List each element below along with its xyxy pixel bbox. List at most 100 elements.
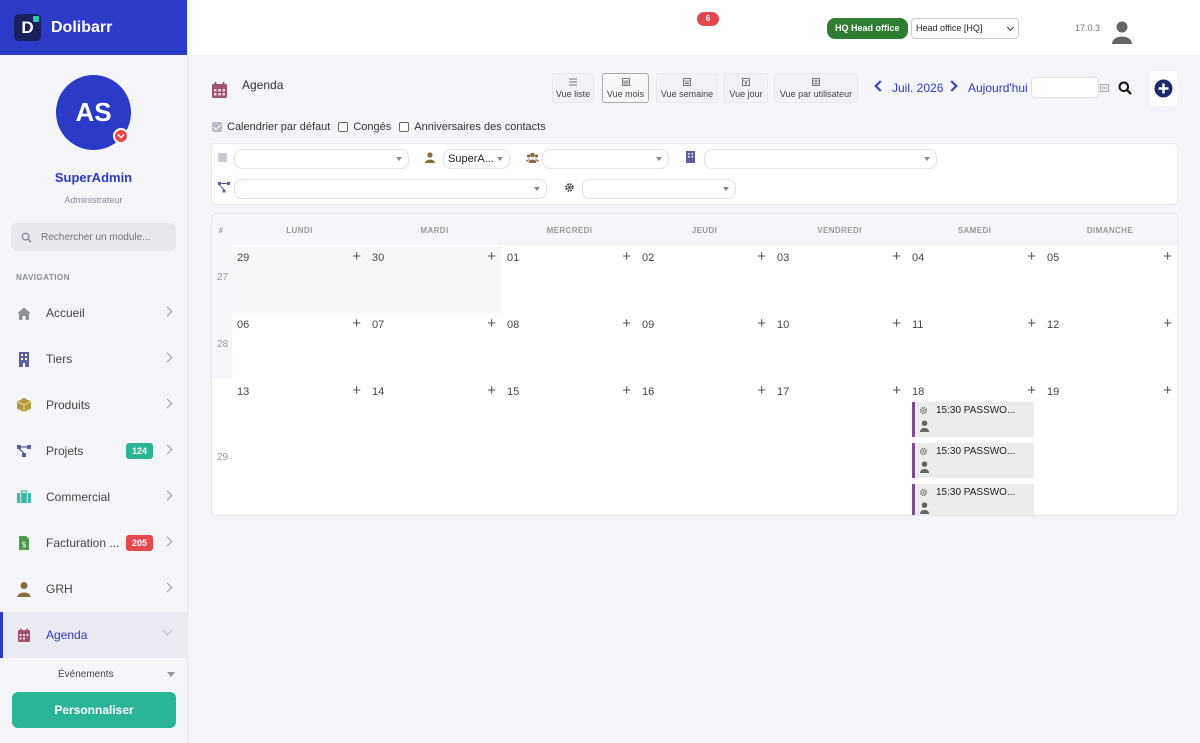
today-link[interactable]: Aujourd'hui xyxy=(968,81,1028,95)
calendar-event[interactable]: 15:30 PASSWO... xyxy=(912,484,1034,515)
sidebar-item-produits[interactable]: Produits xyxy=(0,382,187,428)
add-event-plus-icon[interactable]: + xyxy=(622,383,631,398)
day-cell[interactable]: 13 + xyxy=(232,380,367,515)
add-event-plus-icon[interactable]: + xyxy=(1163,249,1172,264)
view-per-user-button[interactable]: Vue par utilisateur xyxy=(774,73,858,103)
day-cell[interactable]: 11 + xyxy=(907,313,1042,380)
sidebar-item-accueil[interactable]: Accueil xyxy=(0,290,187,336)
brand-header[interactable]: D Dolibarr xyxy=(0,0,187,55)
day-cell[interactable]: 06 + xyxy=(232,313,367,380)
day-cell[interactable]: 17 + xyxy=(772,380,907,515)
calendar-event[interactable]: 15:30 PASSWO... xyxy=(912,443,1034,478)
day-cell[interactable]: 02 + xyxy=(637,246,772,313)
add-event-plus-icon[interactable]: + xyxy=(892,249,901,264)
notifications-badge[interactable]: 6 xyxy=(697,12,719,26)
view-week-label: Vue semaine xyxy=(660,89,714,99)
sidebar-item-grh[interactable]: GRH xyxy=(0,566,187,612)
day-cell[interactable]: 10 + xyxy=(772,313,907,380)
add-event-plus-icon[interactable]: + xyxy=(757,383,766,398)
add-event-plus-icon[interactable]: + xyxy=(1027,383,1036,398)
module-search[interactable] xyxy=(11,223,176,251)
user-profile: AS SuperAdmin Administrateur xyxy=(0,55,187,205)
day-cell[interactable]: 08 + xyxy=(502,313,637,380)
customize-button[interactable]: Personnaliser xyxy=(12,692,176,728)
view-month-button[interactable]: Vue mois xyxy=(602,73,649,103)
checkbox-holidays[interactable]: Congés xyxy=(338,121,391,133)
chevron-right-icon xyxy=(162,352,173,363)
day-cell[interactable]: 04 + xyxy=(907,246,1042,313)
chevron-right-icon xyxy=(162,306,173,317)
calendar-event[interactable]: 15:30 PASSWO... xyxy=(912,402,1034,437)
add-event-plus-icon[interactable]: + xyxy=(352,249,361,264)
view-list-label: Vue liste xyxy=(555,89,591,99)
avatar[interactable]: AS xyxy=(56,75,131,150)
day-cell[interactable]: 09 + xyxy=(637,313,772,380)
day-cell[interactable]: 16 + xyxy=(637,380,772,515)
checkbox-checked[interactable] xyxy=(212,122,222,132)
module-search-input[interactable] xyxy=(41,231,171,243)
user-name[interactable]: SuperAdmin xyxy=(0,170,187,185)
add-event-plus-icon[interactable]: + xyxy=(352,316,361,331)
sidebar-item-agenda[interactable]: Agenda xyxy=(0,612,187,658)
add-event-plus-icon[interactable]: + xyxy=(1027,316,1036,331)
day-cell[interactable]: 15 + xyxy=(502,380,637,515)
day-cell[interactable]: 30 + xyxy=(367,246,502,313)
thirdparty-filter-select[interactable] xyxy=(704,149,937,169)
sidebar-item-commercial[interactable]: Commercial xyxy=(0,474,187,520)
next-month-arrow-icon[interactable] xyxy=(946,80,958,92)
sidebar-item-label: Tiers xyxy=(46,352,73,366)
add-event-plus-icon[interactable]: + xyxy=(757,249,766,264)
usergroup-filter-select[interactable] xyxy=(542,149,669,169)
sidebar-subitem-evenements[interactable]: Événements xyxy=(0,658,187,690)
date-input[interactable] xyxy=(1031,77,1099,98)
add-event-plus-icon[interactable]: + xyxy=(622,316,631,331)
status-filter-select[interactable] xyxy=(582,179,736,199)
add-event-plus-icon[interactable]: + xyxy=(892,383,901,398)
sidebar-item-tiers[interactable]: Tiers xyxy=(0,336,187,382)
project-icon xyxy=(16,443,32,459)
search-icon[interactable] xyxy=(1118,81,1132,95)
add-event-plus-icon[interactable]: + xyxy=(757,316,766,331)
type-filter-select[interactable] xyxy=(234,149,409,169)
add-event-plus-icon[interactable]: + xyxy=(487,249,496,264)
checkbox-unchecked[interactable] xyxy=(399,122,410,132)
chevron-down-icon[interactable] xyxy=(113,128,129,144)
day-cell[interactable]: 19 + xyxy=(1042,380,1177,515)
checkbox-default-calendar[interactable]: Calendrier par défaut xyxy=(212,121,330,133)
view-list-button[interactable]: Vue liste xyxy=(552,73,594,103)
previous-month-arrow-icon[interactable] xyxy=(874,80,886,92)
day-cell[interactable]: 12 + xyxy=(1042,313,1177,380)
checkbox-unchecked[interactable] xyxy=(338,122,349,132)
caret-down-icon[interactable] xyxy=(167,672,175,677)
invoice-icon: $ xyxy=(16,535,32,551)
view-week-button[interactable]: Vue semaine xyxy=(656,73,718,103)
add-event-plus-icon[interactable]: + xyxy=(1027,249,1036,264)
user-filter-select[interactable]: SuperA... xyxy=(443,149,510,169)
add-event-button[interactable] xyxy=(1150,71,1177,106)
add-event-plus-icon[interactable]: + xyxy=(487,383,496,398)
day-number: 06 xyxy=(237,319,250,331)
checkbox-contact-birthdays[interactable]: Anniversaires des contacts xyxy=(399,121,546,133)
day-cell[interactable]: 29 + xyxy=(232,246,367,313)
date-picker-icon[interactable] xyxy=(1100,84,1109,92)
sidebar-item-projets[interactable]: Projets 124 xyxy=(0,428,187,474)
day-cell[interactable]: 01 + xyxy=(502,246,637,313)
sidebar-subitem-label: Événements xyxy=(58,668,114,680)
project-filter-select[interactable] xyxy=(234,179,547,199)
sidebar-item-label: Produits xyxy=(46,398,91,412)
day-cell[interactable]: 14 + xyxy=(367,380,502,515)
user-icon[interactable] xyxy=(1111,20,1133,44)
add-event-plus-icon[interactable]: + xyxy=(1163,383,1172,398)
view-day-button[interactable]: Vue jour xyxy=(724,73,768,103)
day-number: 16 xyxy=(642,386,655,398)
day-cell[interactable]: 03 + xyxy=(772,246,907,313)
add-event-plus-icon[interactable]: + xyxy=(892,316,901,331)
add-event-plus-icon[interactable]: + xyxy=(352,383,361,398)
add-event-plus-icon[interactable]: + xyxy=(622,249,631,264)
company-select[interactable]: Head office [HQ] xyxy=(911,18,1019,39)
add-event-plus-icon[interactable]: + xyxy=(487,316,496,331)
sidebar-item-facturation[interactable]: $ Facturation ... 205 xyxy=(0,520,187,566)
day-cell[interactable]: 05 + xyxy=(1042,246,1177,313)
add-event-plus-icon[interactable]: + xyxy=(1163,316,1172,331)
day-cell[interactable]: 07 + xyxy=(367,313,502,380)
